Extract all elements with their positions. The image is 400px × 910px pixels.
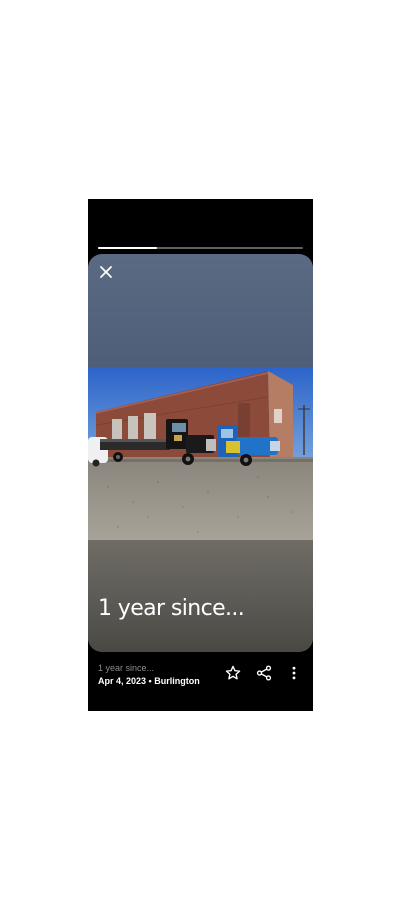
story-progress-fill [98, 247, 158, 249]
story-viewer: 1 year since... 1 year since... Apr 4, 2… [88, 199, 313, 711]
share-icon[interactable] [255, 664, 273, 682]
story-location: Burlington [154, 676, 200, 686]
story-title: 1 year since... [98, 596, 245, 621]
story-photo [88, 367, 313, 540]
story-subtitle: 1 year since... [98, 663, 155, 673]
story-progress-bar [98, 247, 303, 249]
story-date: Apr 4, 2023 [98, 676, 147, 686]
story-date-location: Apr 4, 2023 • Burlington [98, 676, 200, 686]
more-vertical-icon[interactable] [285, 664, 303, 682]
story-card[interactable]: 1 year since... [88, 254, 313, 652]
story-separator: • [148, 676, 152, 686]
star-outline-icon[interactable] [224, 664, 242, 682]
close-icon[interactable] [96, 262, 116, 282]
